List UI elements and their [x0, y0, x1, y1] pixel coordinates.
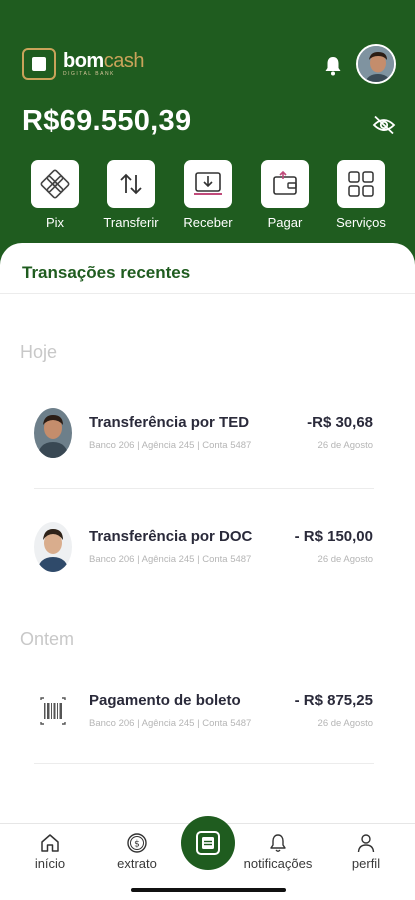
- divider: [34, 763, 374, 764]
- action-label: Pagar: [267, 215, 303, 230]
- pix-icon: [40, 169, 70, 199]
- logo-mark-icon: [22, 48, 56, 80]
- brand-name-accent: cash: [103, 50, 145, 72]
- brand-name: bom: [63, 50, 104, 72]
- brand-tagline: DIGITAL BANK: [63, 71, 115, 77]
- notification-bell-icon[interactable]: [323, 55, 343, 77]
- wallet-icon: [273, 170, 297, 195]
- action-transferir[interactable]: Transferir: [93, 160, 169, 230]
- action-label: Serviços: [336, 215, 386, 230]
- tab-perfil[interactable]: perfil: [321, 832, 411, 871]
- user-icon: [357, 834, 375, 853]
- account-balance: R$69.550,39: [22, 105, 192, 137]
- action-receber[interactable]: Receber: [170, 160, 246, 230]
- tab-label: início: [34, 856, 66, 871]
- day-label-today: Hoje: [20, 342, 58, 362]
- transaction-date: 26 de Agosto: [317, 440, 373, 451]
- contact-avatar: [34, 522, 72, 572]
- transaction-date: 26 de Agosto: [317, 554, 373, 565]
- tab-label: notificações: [243, 856, 313, 871]
- dollar-coin-icon: $: [127, 833, 147, 853]
- transaction-details: Banco 206 | Agência 245 | Conta 5487: [89, 554, 252, 565]
- action-pix[interactable]: Pix: [17, 160, 93, 230]
- transaction-item[interactable]: Pagamento de boleto Banco 206 | Agência …: [0, 686, 415, 756]
- logo-mark-icon: [196, 831, 220, 855]
- hide-balance-eye-icon[interactable]: [372, 115, 396, 135]
- transaction-title: Transferência por TED: [89, 414, 250, 431]
- tab-extrato[interactable]: $ extrato: [92, 832, 182, 871]
- tab-inicio[interactable]: início: [5, 832, 95, 871]
- tab-label: extrato: [117, 856, 157, 871]
- transaction-amount: - R$ 875,25: [294, 692, 373, 709]
- action-label: Transferir: [103, 215, 159, 230]
- section-title: Transações recentes: [22, 263, 191, 282]
- action-servicos[interactable]: Serviços: [323, 160, 399, 230]
- home-icon: [41, 834, 59, 852]
- center-action-button[interactable]: [181, 816, 235, 870]
- home-indicator: [131, 888, 286, 892]
- action-label: Receber: [183, 215, 233, 230]
- bell-icon: [270, 834, 286, 852]
- tab-label: perfil: [351, 856, 381, 871]
- transaction-item[interactable]: Transferência por DOC Banco 206 | Agênci…: [0, 522, 415, 592]
- day-label-yesterday: Ontem: [20, 629, 75, 649]
- transaction-item[interactable]: Transferência por TED Banco 206 | Agênci…: [0, 408, 415, 478]
- brand-logo: bomcash DIGITAL BANK: [22, 48, 144, 80]
- transaction-title: Transferência por DOC: [89, 528, 253, 545]
- action-label: Pix: [45, 215, 65, 230]
- contact-avatar: [34, 408, 72, 458]
- transaction-amount: -R$ 30,68: [307, 414, 373, 431]
- transaction-title: Pagamento de boleto: [89, 692, 241, 709]
- profile-avatar[interactable]: [356, 44, 396, 84]
- grid-icon: [348, 171, 374, 197]
- transfer-arrows-icon: [120, 173, 142, 195]
- action-pagar[interactable]: Pagar: [247, 160, 323, 230]
- transaction-amount: - R$ 150,00: [294, 528, 373, 545]
- divider: [34, 488, 374, 489]
- quick-actions: Pix Transferir Receber Pagar Serviços: [0, 160, 415, 232]
- svg-text:$: $: [134, 840, 140, 850]
- transaction-date: 26 de Agosto: [317, 718, 373, 729]
- tab-notificacoes[interactable]: notificações: [233, 832, 323, 871]
- transaction-details: Banco 206 | Agência 245 | Conta 5487: [89, 718, 252, 729]
- transaction-details: Banco 206 | Agência 245 | Conta 5487: [89, 440, 252, 451]
- barcode-icon: [34, 686, 72, 736]
- receive-icon: [194, 172, 222, 195]
- divider: [0, 293, 415, 294]
